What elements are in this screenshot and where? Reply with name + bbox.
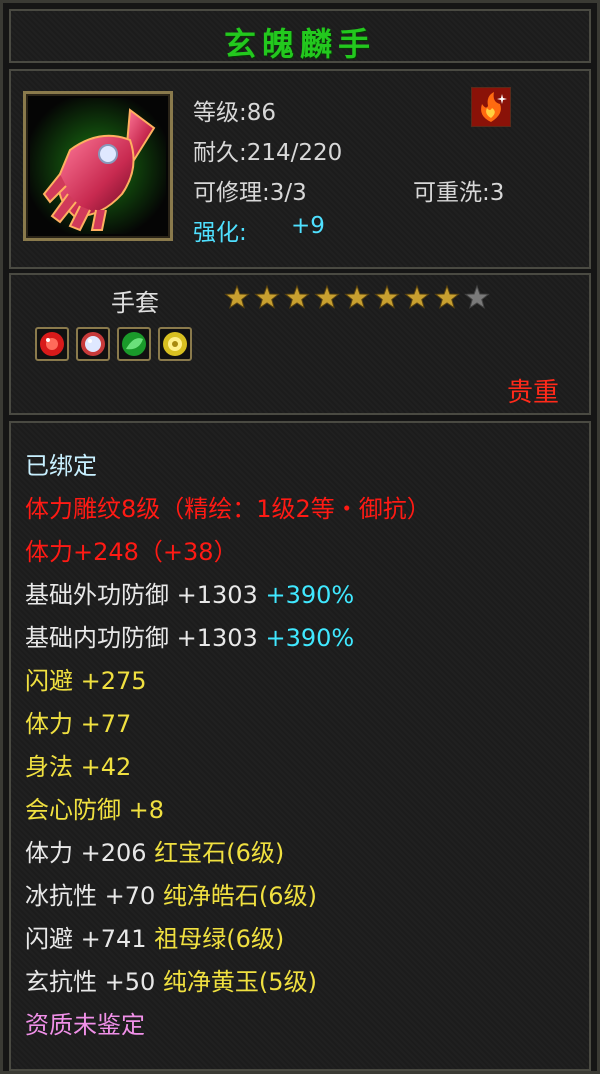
star-filled-icon: [224, 284, 250, 309]
gem-line-2: 冰抗性 +70 纯净皓石(6级): [25, 875, 431, 918]
star-filled-icon: [284, 284, 310, 309]
item-type-panel: 手套 贵重: [9, 273, 591, 415]
attr-label: 闪避: [25, 667, 73, 695]
jade-gem-icon[interactable]: [158, 327, 192, 361]
stamina-line: 体力 +77: [25, 703, 431, 746]
attr-label: 基础内功防御: [25, 624, 169, 652]
title-bar: 玄魄麟手: [9, 9, 591, 63]
attr-value: +77: [80, 710, 132, 738]
item-tooltip: 玄魄麟手 等级:86 耐久:214/220 可修理:3/3 可重洗:3 强化: …: [0, 0, 600, 1074]
star-filled-icon: [314, 284, 340, 309]
ruby-gem-icon[interactable]: [35, 327, 69, 361]
gem-name: 红宝石(6级): [154, 839, 285, 867]
durability-text: 耐久:214/220: [193, 140, 343, 166]
attr-percent: +390%: [265, 624, 355, 652]
attr-value: +275: [80, 667, 147, 695]
aptitude-line: 资质未鉴定: [25, 1011, 145, 1039]
gem-line-4: 玄抗性 +50 纯净黄玉(5级): [25, 961, 431, 1004]
attr-value: +50: [104, 968, 156, 996]
crystal-gem-icon[interactable]: [76, 327, 110, 361]
item-title: 玄魄麟手: [223, 25, 376, 63]
attr-value: +70: [104, 882, 156, 910]
stamina-main-line: 体力+248（+38）: [25, 538, 238, 566]
attr-label: 身法: [25, 753, 73, 781]
flame-sparkle-icon[interactable]: [471, 87, 511, 127]
item-type: 手套: [111, 289, 159, 317]
emerald-gem-icon[interactable]: [117, 327, 151, 361]
attr-label: 基础外功防御: [25, 581, 169, 609]
attr-label: 冰抗性: [25, 882, 97, 910]
attr-label: 玄抗性: [25, 968, 97, 996]
attr-label: 体力: [25, 839, 73, 867]
red-gauntlet-icon: [30, 98, 166, 234]
attr-label: 会心防御: [25, 796, 121, 824]
attr-label: 闪避: [25, 925, 73, 953]
bound-status: 已绑定: [25, 452, 97, 480]
dodge-line: 闪避 +275: [25, 660, 431, 703]
attr-value: +42: [80, 753, 132, 781]
repair-text: 可修理:3/3: [193, 180, 307, 206]
attr-value: +741: [80, 925, 147, 953]
attr-label: 体力: [25, 710, 73, 738]
attr-value: +1303: [176, 624, 258, 652]
item-info-panel: 等级:86 耐久:214/220 可修理:3/3 可重洗:3 强化: +9: [9, 69, 591, 269]
star-filled-icon: [254, 284, 280, 309]
attr-value: +206: [80, 839, 147, 867]
attribute-panel: 已绑定 体力雕纹8级（精绘：1级2等・御抗） 体力+248（+38） 基础外功防…: [9, 421, 591, 1071]
int-def-line: 基础内功防御 +1303 +390%: [25, 617, 431, 660]
star-empty-icon: [464, 284, 490, 309]
carving-line: 体力雕纹8级（精绘：1级2等・御抗）: [25, 495, 431, 523]
quality-label: 贵重: [506, 378, 559, 408]
gem-name: 纯净皓石(6级): [162, 882, 317, 910]
attr-percent: +390%: [265, 581, 355, 609]
star-filled-icon: [344, 284, 370, 309]
level-text: 等级:86: [193, 100, 277, 126]
socket-row: [35, 327, 192, 361]
enhance-label: 强化:: [193, 220, 247, 246]
attribute-list: 已绑定 体力雕纹8级（精绘：1级2等・御抗） 体力+248（+38） 基础外功防…: [25, 445, 431, 1047]
agility-line: 身法 +42: [25, 746, 431, 789]
crit-def-line: 会心防御 +8: [25, 789, 431, 832]
attr-value: +8: [128, 796, 165, 824]
gem-line-1: 体力 +206 红宝石(6级): [25, 832, 431, 875]
gem-name: 纯净黄玉(5级): [162, 968, 317, 996]
star-rating: [224, 284, 490, 309]
enhance-value: +9: [291, 213, 325, 239]
star-filled-icon: [434, 284, 460, 309]
gem-name: 祖母绿(6级): [154, 925, 285, 953]
star-filled-icon: [404, 284, 430, 309]
gem-line-3: 闪避 +741 祖母绿(6级): [25, 918, 431, 961]
attr-value: +1303: [176, 581, 258, 609]
star-filled-icon: [374, 284, 400, 309]
ext-def-line: 基础外功防御 +1303 +390%: [25, 574, 431, 617]
rewash-text: 可重洗:3: [413, 180, 505, 206]
item-icon-frame[interactable]: [23, 91, 173, 241]
